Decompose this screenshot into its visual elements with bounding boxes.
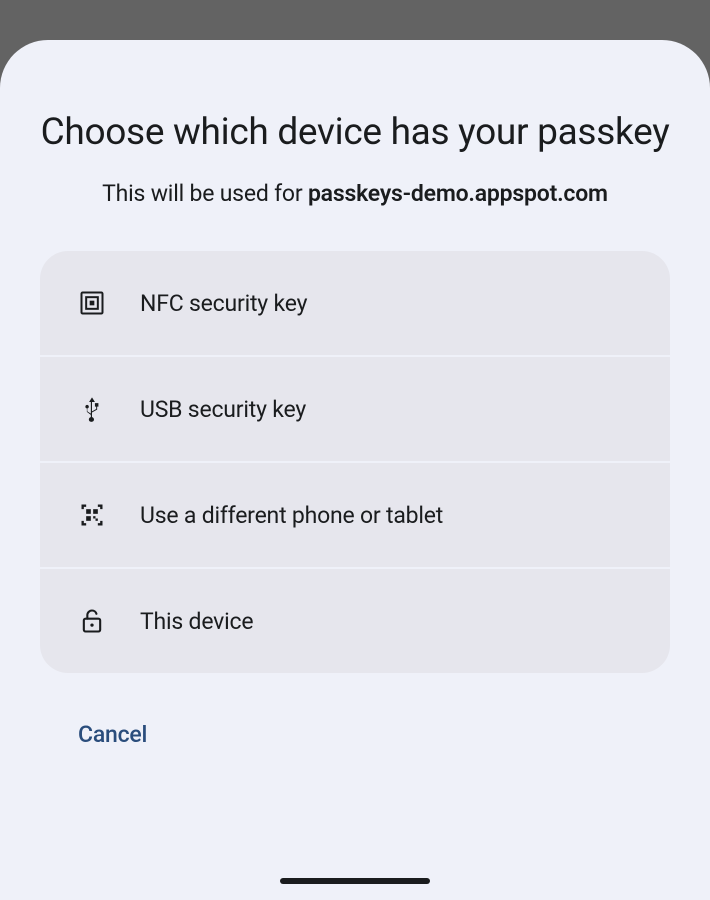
option-this-device[interactable]: This device	[40, 569, 670, 673]
nfc-icon	[78, 289, 106, 317]
option-nfc-key[interactable]: NFC security key	[40, 251, 670, 357]
option-label: NFC security key	[140, 290, 307, 317]
passkey-device-sheet: Choose which device has your passkey Thi…	[0, 40, 710, 900]
option-different-device[interactable]: Use a different phone or tablet	[40, 463, 670, 569]
subtitle-prefix: This will be used for	[102, 180, 308, 207]
device-options-list: NFC security key USB security key	[40, 251, 670, 673]
option-label: This device	[140, 608, 253, 635]
cancel-button[interactable]: Cancel	[78, 721, 147, 748]
option-label: USB security key	[140, 396, 306, 423]
sheet-subtitle: This will be used for passkeys-demo.apps…	[40, 180, 670, 207]
sheet-title: Choose which device has your passkey	[40, 110, 670, 156]
subtitle-domain: passkeys-demo.appspot.com	[308, 180, 608, 207]
unlock-icon	[78, 607, 106, 635]
option-label: Use a different phone or tablet	[140, 502, 443, 529]
usb-icon	[78, 395, 106, 423]
option-usb-key[interactable]: USB security key	[40, 357, 670, 463]
qr-icon	[78, 501, 106, 529]
navigation-handle[interactable]	[280, 878, 430, 884]
